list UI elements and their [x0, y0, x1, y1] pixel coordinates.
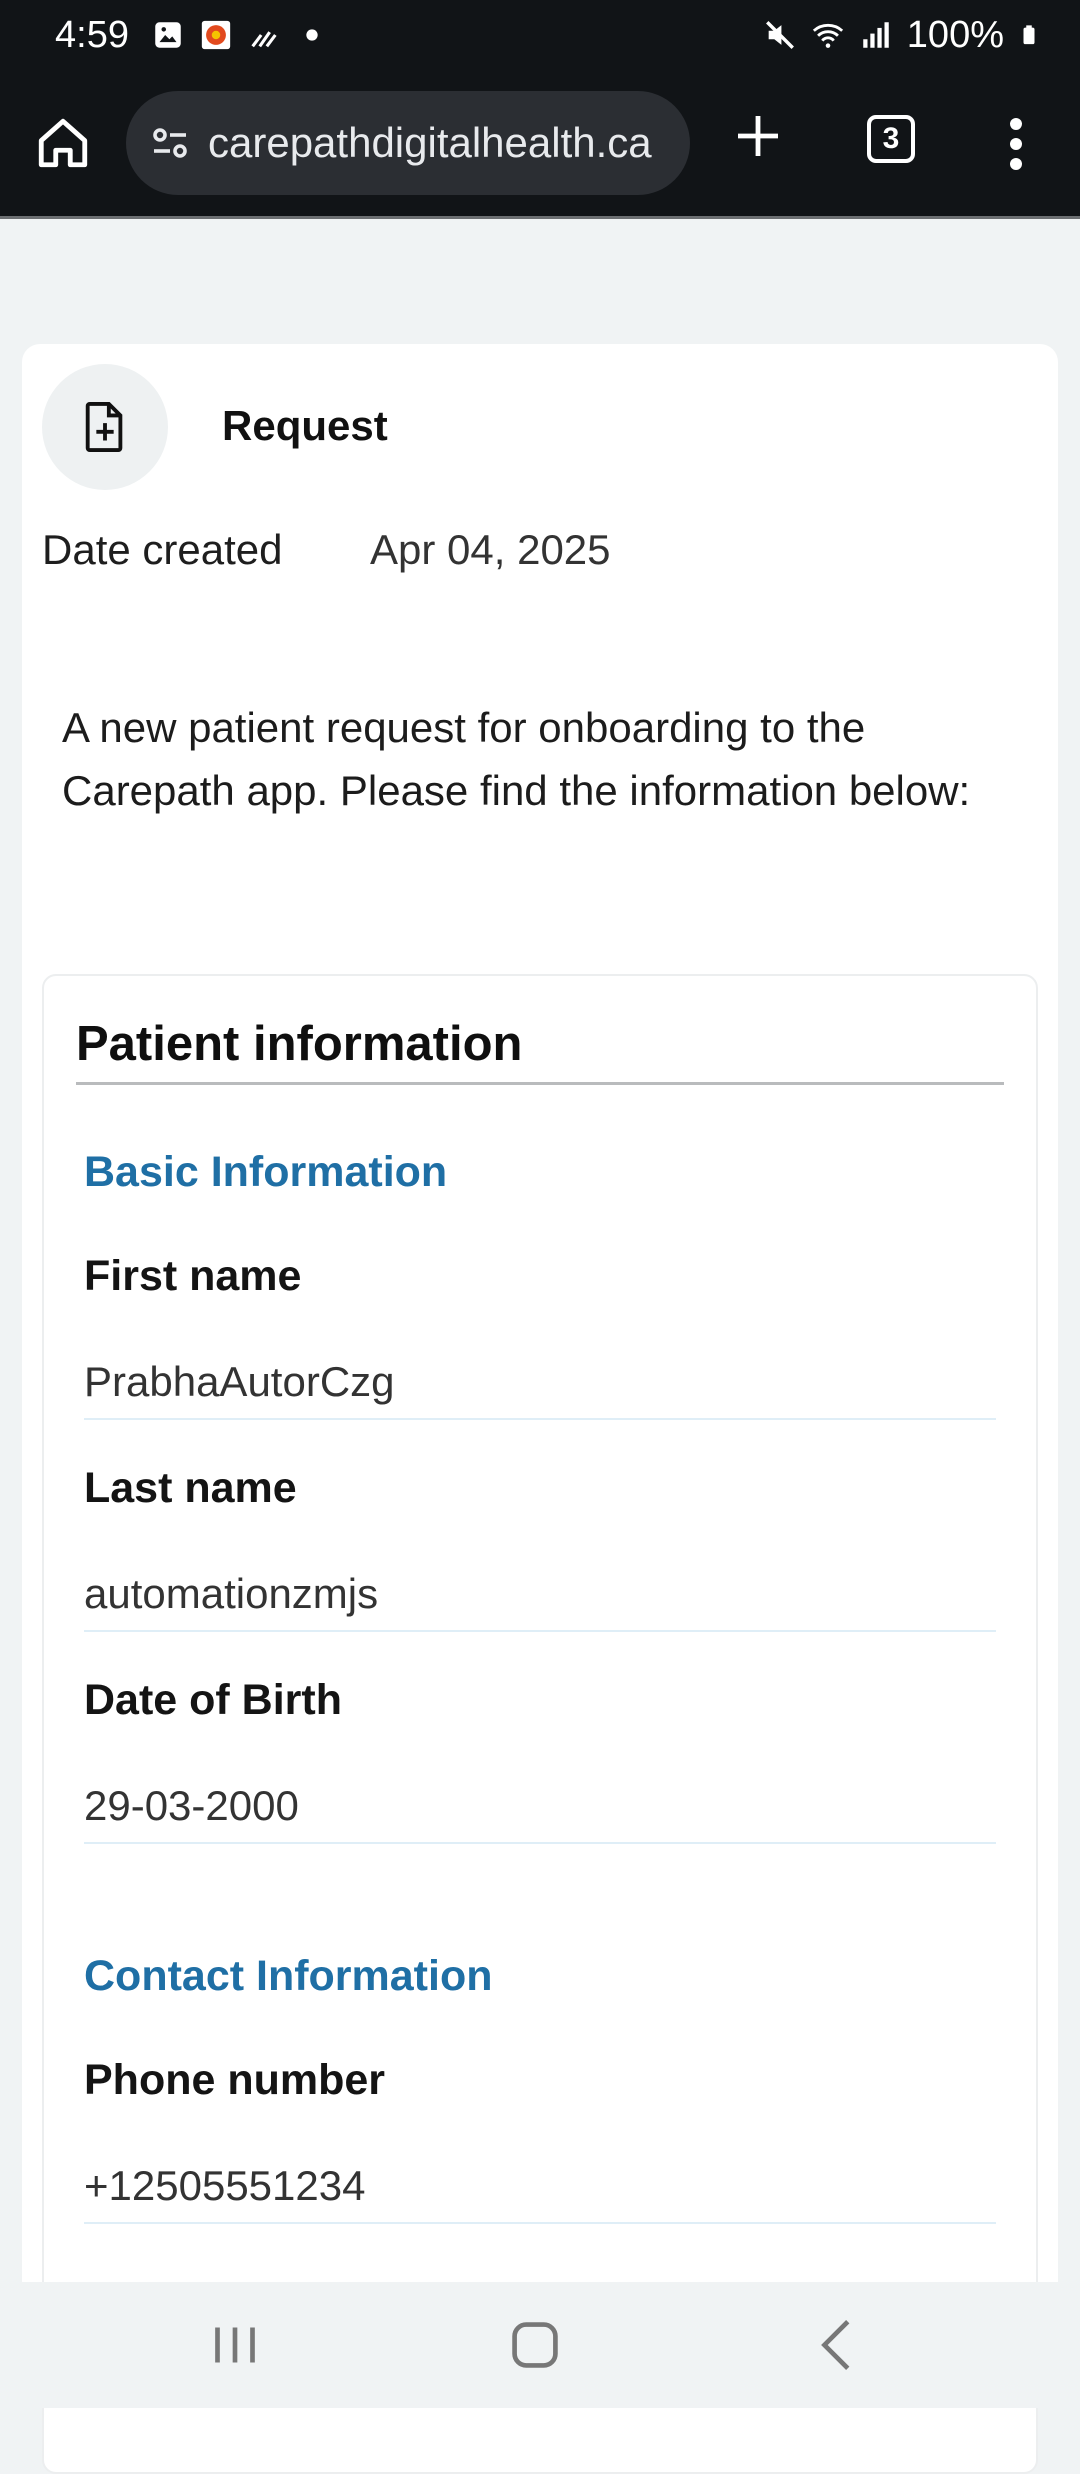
new-tab-icon[interactable] — [734, 112, 782, 160]
url-text: carepathdigitalhealth.ca — [208, 119, 652, 166]
back-icon[interactable] — [804, 2310, 874, 2380]
signal-activity-icon — [251, 31, 277, 48]
cell-signal-icon — [863, 22, 889, 48]
dot-icon — [306, 29, 318, 41]
first-name-label: First name — [84, 1252, 302, 1300]
home-icon[interactable] — [34, 114, 92, 172]
battery-percent: 100% — [906, 13, 1004, 56]
browser-toolbar: carepathdigitalhealth.ca 3 — [0, 70, 1080, 218]
phone-number-value: +12505551234 — [84, 2162, 366, 2209]
request-title: Request — [222, 402, 388, 449]
document-add-icon — [85, 402, 123, 452]
system-navigation-bar — [0, 2282, 1080, 2408]
system-icons: 100% — [763, 14, 1040, 57]
last-name-label: Last name — [84, 1464, 297, 1512]
first-name-value: PrabhaAutorCzg — [84, 1358, 395, 1405]
app-icon — [201, 20, 231, 50]
date-of-birth-underline — [84, 1842, 996, 1844]
tab-count: 3 — [882, 122, 900, 155]
first-name-underline — [84, 1418, 996, 1420]
battery-icon — [1023, 25, 1035, 45]
phone-number-label: Phone number — [84, 2056, 386, 2104]
tab-switcher-button[interactable]: 3 — [867, 115, 915, 163]
notification-icons — [151, 18, 329, 52]
date-of-birth-label: Date of Birth — [84, 1676, 342, 1724]
site-settings-icon[interactable] — [146, 119, 194, 167]
more-menu-icon[interactable] — [1000, 114, 1032, 174]
toolbar-divider — [0, 216, 1080, 219]
contact-information-heading: Contact Information — [84, 1952, 493, 2000]
wifi-icon — [812, 23, 843, 48]
recent-apps-icon[interactable] — [200, 2310, 270, 2380]
address-bar[interactable]: carepathdigitalhealth.ca — [126, 91, 690, 195]
date-of-birth-value: 29-03-2000 — [84, 1782, 299, 1829]
patient-information-title: Patient information — [76, 1017, 523, 1071]
last-name-underline — [84, 1630, 996, 1632]
status-time: 4:59 — [55, 13, 129, 56]
request-card: Request Date created Apr 04, 2025 A new … — [22, 344, 1058, 2474]
phone-number-underline — [84, 2222, 996, 2224]
date-created-value: Apr 04, 2025 — [370, 526, 611, 573]
patient-information-panel: Patient information Basic Information Fi… — [42, 974, 1038, 2474]
home-nav-icon[interactable] — [500, 2310, 570, 2380]
document-icon-badge — [42, 364, 168, 490]
mute-icon — [765, 21, 794, 49]
basic-information-heading: Basic Information — [84, 1148, 448, 1196]
last-name-value: automationzmjs — [84, 1570, 379, 1617]
status-bar: 4:59 100% — [0, 0, 1080, 70]
request-intro: A new patient request for onboarding to … — [62, 704, 971, 814]
gallery-icon — [155, 22, 181, 48]
date-created-label: Date created — [42, 526, 283, 573]
section-divider — [76, 1082, 1004, 1085]
